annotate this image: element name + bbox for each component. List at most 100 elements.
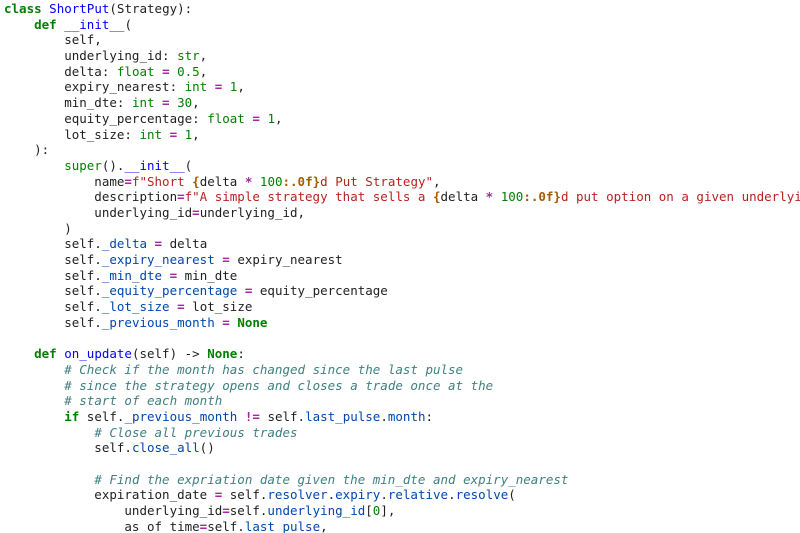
code-token: self. — [4, 236, 102, 252]
code-token: _lot_size — [101, 299, 170, 315]
code-token: last_pulse — [305, 408, 381, 424]
code-token: = — [169, 267, 178, 283]
code-token: ( — [124, 16, 132, 32]
code-token: d put option on a given underlying asset… — [560, 189, 800, 205]
code-line[interactable] — [4, 330, 800, 346]
code-token: # Close all previous trades — [94, 424, 298, 440]
code-line[interactable] — [4, 456, 800, 472]
code-token: float — [207, 110, 245, 126]
code-token: resolver — [267, 487, 328, 503]
code-line[interactable]: self._lot_size = lot_size — [4, 299, 800, 315]
code-token: class — [4, 1, 42, 16]
code-view[interactable]: class ShortPut(Strategy): def __init__( … — [0, 0, 800, 533]
code-line[interactable]: self, — [4, 32, 800, 48]
code-line[interactable]: delta: float = 0.5, — [4, 64, 800, 80]
code-token: as_of_time — [4, 518, 200, 533]
code-token: lot_size: — [4, 126, 140, 142]
code-token: f"A simple strategy that sells a — [184, 189, 433, 205]
code-token: _previous_month — [101, 314, 215, 330]
code-line[interactable]: ): — [4, 142, 800, 158]
code-line[interactable]: min_dte: int = 30, — [4, 95, 800, 111]
code-token: , — [199, 48, 208, 64]
code-token: month — [387, 408, 426, 424]
code-line[interactable]: self._min_dte = min_dte — [4, 268, 800, 284]
code-line[interactable]: underlying_id: str, — [4, 48, 800, 64]
code-line[interactable]: # Check if the month has changed since t… — [4, 362, 800, 378]
code-token: int — [131, 95, 155, 111]
code-line[interactable]: underlying_id=self.underlying_id[0], — [4, 503, 800, 519]
code-token: self. — [4, 283, 102, 299]
code-line[interactable]: self._previous_month = None — [4, 315, 800, 331]
code-line[interactable]: self._equity_percentage = equity_percent… — [4, 283, 800, 299]
code-token: , — [192, 126, 200, 142]
code-token: self. — [4, 299, 102, 315]
code-token: underlying_id, — [199, 204, 306, 220]
code-line[interactable]: expiry_nearest: int = 1, — [4, 79, 800, 95]
code-token: float — [116, 63, 155, 79]
code-line[interactable]: def on_update(self) -> None: — [4, 346, 800, 362]
code-token: min_dte — [177, 267, 238, 283]
code-token: # since the strategy opens and closes a … — [64, 377, 494, 393]
code-line[interactable]: class ShortPut(Strategy): — [4, 1, 800, 17]
code-line[interactable]: as_of_time=self.last_pulse, — [4, 519, 800, 533]
code-token: = — [124, 173, 132, 189]
code-line[interactable]: self._expiry_nearest = expiry_nearest — [4, 252, 800, 268]
code-line[interactable]: name=f"Short {delta * 100:.0f}d Put Stra… — [4, 174, 800, 190]
code-token: _delta — [101, 236, 147, 252]
code-line[interactable]: description=f"A simple strategy that sel… — [4, 189, 800, 205]
code-line[interactable]: def __init__( — [4, 17, 800, 33]
code-token: self. — [259, 408, 306, 424]
code-token: on_update — [64, 346, 132, 362]
code-token: def — [34, 346, 57, 362]
code-token: self. — [79, 408, 125, 424]
code-token: (). — [101, 157, 125, 173]
code-line[interactable]: equity_percentage: float = 1, — [4, 111, 800, 127]
code-token: ShortPut — [49, 1, 110, 16]
code-token: 1 — [267, 110, 275, 126]
code-line[interactable]: # Find the expriation date given the min… — [4, 472, 800, 488]
code-token: delta — [162, 236, 208, 252]
code-line[interactable]: self._delta = delta — [4, 236, 800, 252]
code-token: , — [199, 63, 208, 79]
code-line[interactable]: ) — [4, 221, 800, 237]
code-token: , — [433, 173, 441, 189]
code-token: underlying_id: — [4, 48, 178, 64]
code-line[interactable]: underlying_id=underlying_id, — [4, 205, 800, 221]
code-token: f"Short — [131, 173, 193, 189]
code-line[interactable]: lot_size: int = 1, — [4, 127, 800, 143]
code-line[interactable]: super().__init__( — [4, 158, 800, 174]
code-line[interactable]: # since the strategy opens and closes a … — [4, 378, 800, 394]
code-token: str — [177, 48, 200, 64]
code-token: self. — [229, 503, 268, 518]
code-line[interactable]: self.close_all() — [4, 440, 800, 456]
code-line[interactable]: if self._previous_month != self.last_pul… — [4, 409, 800, 425]
code-token: _previous_month — [124, 408, 238, 424]
code-line[interactable]: expiration_date = self.resolver.expiry.r… — [4, 487, 800, 503]
code-editor[interactable]: class ShortPut(Strategy): def __init__( … — [0, 0, 800, 533]
code-token: : — [425, 408, 434, 424]
code-token: self. — [4, 252, 102, 267]
code-token: 0.5 — [177, 63, 200, 79]
code-line[interactable]: # start of each month — [4, 393, 800, 409]
code-token: != — [244, 408, 260, 424]
code-token: expiry_nearest: — [4, 79, 185, 95]
code-token: min_dte: — [4, 95, 132, 111]
code-token: { — [432, 189, 441, 205]
code-line[interactable]: # Close all previous trades — [4, 425, 800, 441]
code-token: [ — [365, 503, 373, 518]
code-token: _expiry_nearest — [101, 252, 215, 267]
code-token: delta: — [4, 63, 117, 79]
code-token: resolve — [455, 487, 509, 503]
code-token: description — [4, 189, 178, 205]
code-token: underlying_id — [267, 503, 366, 518]
